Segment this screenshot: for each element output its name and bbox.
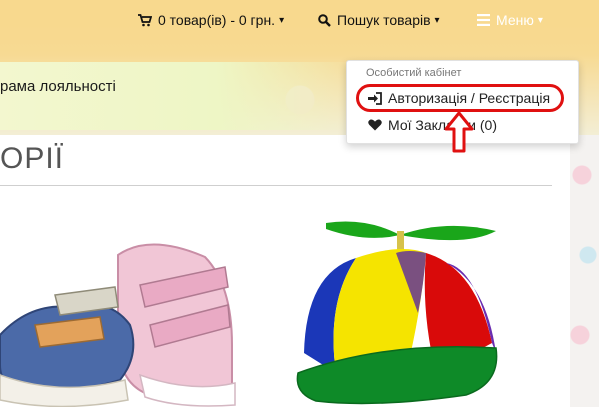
- heart-icon: [368, 119, 382, 131]
- menu-button[interactable]: Меню ▾: [477, 9, 543, 31]
- up-arrow-icon: [444, 111, 474, 158]
- dropdown-header: Особистий кабінет: [366, 67, 462, 79]
- product-image-shoes[interactable]: [0, 215, 250, 412]
- chevron-down-icon: ▾: [279, 14, 285, 26]
- loyalty-banner-text[interactable]: рама лояльності: [0, 78, 116, 95]
- cart-icon: [138, 13, 152, 27]
- wishlist-link[interactable]: Мої Закладки (0): [368, 117, 497, 133]
- highlight-oval: [356, 84, 564, 112]
- title-divider: [0, 185, 552, 186]
- search-icon: [318, 13, 331, 27]
- product-image-propeller-cap[interactable]: [296, 213, 501, 412]
- chevron-down-icon: ▾: [537, 14, 543, 26]
- wishlist-label: Мої Закладки (0): [388, 117, 497, 133]
- search-label: Пошук товарів: [337, 12, 431, 28]
- hamburger-icon: [477, 14, 490, 26]
- menu-label: Меню: [496, 12, 534, 28]
- chevron-down-icon: ▾: [434, 14, 440, 26]
- cart-button[interactable]: 0 товар(ів) - 0 грн. ▾: [138, 9, 284, 31]
- loyalty-banner[interactable]: [0, 62, 360, 130]
- side-background-pattern: [570, 135, 599, 407]
- page-title: ОРІЇ: [0, 142, 65, 175]
- cart-summary: 0 товар(ів) - 0 грн.: [158, 12, 276, 28]
- search-button[interactable]: Пошук товарів ▾: [318, 9, 440, 31]
